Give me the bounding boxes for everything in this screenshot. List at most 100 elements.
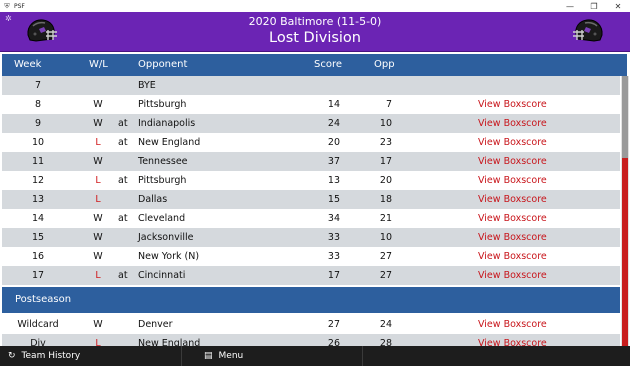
table-row: 9 Wat Indianapolis 24 10 View Boxscore xyxy=(2,114,620,133)
table-row: 10 Lat New England 20 23 View Boxscore xyxy=(2,133,620,152)
window-titlebar: ⛨ PSF — ❐ ✕ xyxy=(0,0,630,12)
result-cell: L xyxy=(95,270,101,281)
opponent-score-cell: 27 xyxy=(379,251,392,262)
result-cell: L xyxy=(95,175,101,186)
score-cell: 27 xyxy=(327,319,340,330)
away-marker: at xyxy=(118,270,128,281)
away-marker: at xyxy=(118,213,128,224)
team-history-button[interactable]: ↻ Team History xyxy=(8,346,80,366)
table-row: Wildcard W Denver 27 24 View Boxscore xyxy=(2,315,620,334)
col-week: Week xyxy=(14,59,42,70)
away-marker: at xyxy=(118,137,128,148)
view-boxscore-link[interactable]: View Boxscore xyxy=(478,338,547,346)
week-cell: Div xyxy=(30,338,46,346)
table-row: 17 Lat Cincinnati 17 27 View Boxscore xyxy=(2,266,620,285)
score-cell: 37 xyxy=(327,156,340,167)
opponent-cell: Indianapolis xyxy=(138,118,196,129)
table-row: 12 Lat Pittsburgh 13 20 View Boxscore xyxy=(2,171,620,190)
scrollbar[interactable] xyxy=(621,76,629,346)
table-row: 13 L Dallas 15 18 View Boxscore xyxy=(2,190,620,209)
opponent-cell: Pittsburgh xyxy=(138,99,187,110)
view-boxscore-link[interactable]: View Boxscore xyxy=(478,251,547,262)
opponent-score-cell: 7 xyxy=(385,99,392,110)
minimize-button[interactable]: — xyxy=(558,0,582,12)
away-marker: at xyxy=(118,118,128,129)
opponent-cell: New England xyxy=(138,137,201,148)
postseason-label: Postseason xyxy=(15,294,72,305)
view-boxscore-link[interactable]: View Boxscore xyxy=(478,156,547,167)
menu-icon: ▤ xyxy=(204,351,213,361)
week-cell: 13 xyxy=(31,194,45,205)
week-cell: Wildcard xyxy=(17,319,59,330)
opponent-cell: New England xyxy=(138,338,201,346)
week-cell: 16 xyxy=(31,251,45,262)
table-row: 15 W Jacksonville 33 10 View Boxscore xyxy=(2,228,620,247)
score-cell: 34 xyxy=(327,213,340,224)
window-title: PSF xyxy=(14,2,25,10)
view-boxscore-link[interactable]: View Boxscore xyxy=(478,319,547,330)
opponent-cell: Denver xyxy=(138,319,173,330)
result-cell: L xyxy=(95,137,101,148)
opponent-score-cell: 10 xyxy=(379,232,392,243)
result-cell: L xyxy=(95,338,101,346)
result-cell: W xyxy=(93,232,103,243)
page-header: ✲ 2020 Baltimore (11-5-0) Lost Division xyxy=(0,12,630,52)
score-cell: 13 xyxy=(327,175,340,186)
close-button[interactable]: ✕ xyxy=(606,0,630,12)
col-wl: W/L xyxy=(89,59,108,70)
result-cell: W xyxy=(93,213,103,224)
week-cell: 15 xyxy=(31,232,45,243)
view-boxscore-link[interactable]: View Boxscore xyxy=(478,270,547,281)
opponent-cell: Jacksonville xyxy=(138,232,194,243)
week-cell: 17 xyxy=(31,270,45,281)
col-opp-score: Opp xyxy=(374,59,395,70)
view-boxscore-link[interactable]: View Boxscore xyxy=(478,194,547,205)
opponent-cell: Cincinnati xyxy=(138,270,186,281)
postseason-section-header: Postseason xyxy=(2,287,620,313)
week-cell: 11 xyxy=(31,156,45,167)
view-boxscore-link[interactable]: View Boxscore xyxy=(478,232,547,243)
opponent-cell: Tennessee xyxy=(138,156,188,167)
week-cell: 14 xyxy=(31,213,45,224)
week-cell: 10 xyxy=(31,137,45,148)
col-score: Score xyxy=(314,59,343,70)
opponent-cell: BYE xyxy=(138,80,156,91)
menu-button[interactable]: ▤ Menu xyxy=(204,346,243,366)
schedule-column-header: Week W/L Opponent Score Opp xyxy=(2,54,627,76)
view-boxscore-link[interactable]: View Boxscore xyxy=(478,213,547,224)
opponent-score-cell: 18 xyxy=(379,194,392,205)
history-icon: ↻ xyxy=(8,351,16,361)
season-record: 2020 Baltimore (11-5-0) xyxy=(248,15,382,28)
opponent-cell: New York (N) xyxy=(138,251,200,262)
view-boxscore-link[interactable]: View Boxscore xyxy=(478,175,547,186)
menu-label: Menu xyxy=(218,351,244,361)
result-cell: W xyxy=(93,118,103,129)
result-cell: W xyxy=(93,251,103,262)
result-cell: W xyxy=(93,156,103,167)
window-controls: — ❐ ✕ xyxy=(558,0,630,12)
table-row: 8 W Pittsburgh 14 7 View Boxscore xyxy=(2,95,620,114)
scrollbar-track[interactable] xyxy=(622,76,628,158)
table-row: 16 W New York (N) 33 27 View Boxscore xyxy=(2,247,620,266)
table-row: 7 BYE xyxy=(2,76,620,95)
opponent-score-cell: 21 xyxy=(379,213,392,224)
week-cell: 12 xyxy=(31,175,45,186)
table-row: 14 Wat Cleveland 34 21 View Boxscore xyxy=(2,209,620,228)
view-boxscore-link[interactable]: View Boxscore xyxy=(478,118,547,129)
maximize-button[interactable]: ❐ xyxy=(582,0,606,12)
score-cell: 33 xyxy=(327,251,340,262)
score-cell: 26 xyxy=(327,338,340,346)
view-boxscore-link[interactable]: View Boxscore xyxy=(478,99,547,110)
team-history-label: Team History xyxy=(21,351,81,361)
page-title: Lost Division xyxy=(269,30,361,46)
week-cell: 7 xyxy=(34,80,42,91)
result-cell: L xyxy=(95,194,101,205)
opponent-score-cell: 23 xyxy=(379,137,392,148)
app-icon: ⛨ xyxy=(4,1,10,10)
scrollbar-thumb[interactable] xyxy=(622,158,628,346)
score-cell: 15 xyxy=(327,194,340,205)
table-row: Div L New England 26 28 View Boxscore xyxy=(2,334,620,346)
view-boxscore-link[interactable]: View Boxscore xyxy=(478,137,547,148)
score-cell: 33 xyxy=(327,232,340,243)
bottom-divider xyxy=(181,346,182,366)
